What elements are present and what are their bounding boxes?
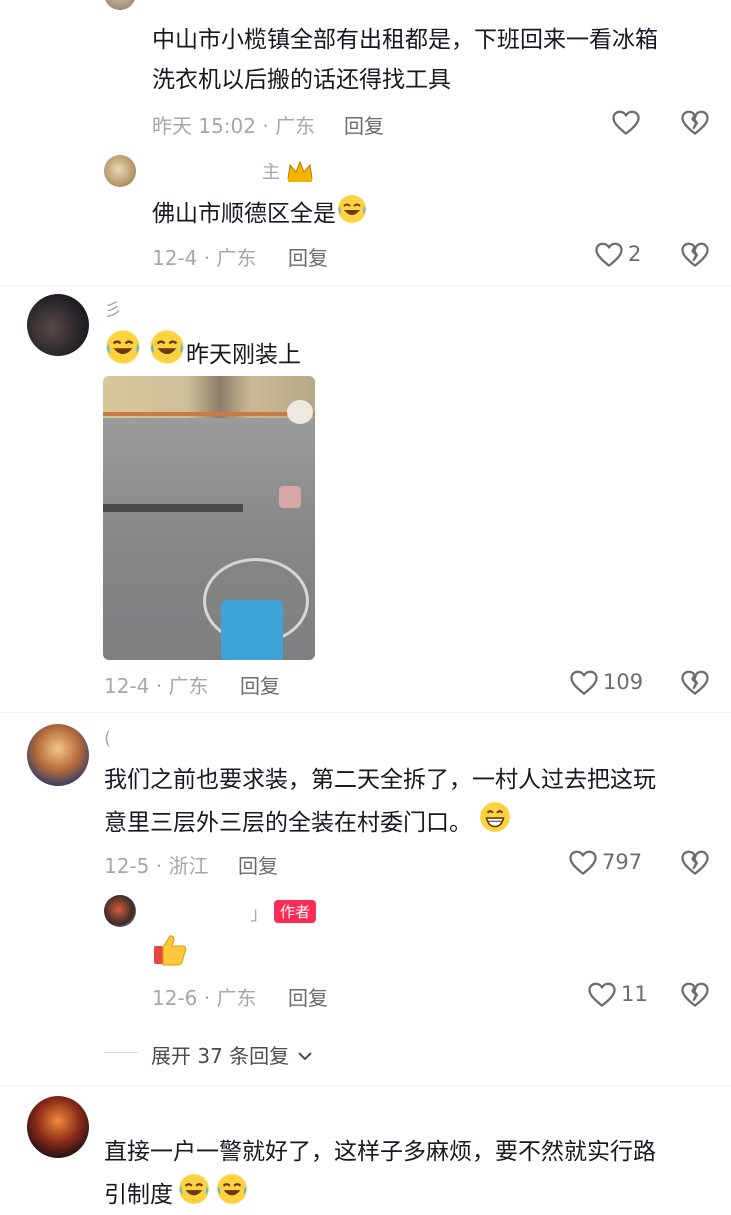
divider (0, 712, 731, 713)
heart-icon[interactable] (594, 240, 624, 270)
like-count: 109 (603, 670, 644, 694)
chevron-down-icon (297, 1052, 312, 1061)
like-count: 797 (602, 850, 643, 874)
avatar[interactable] (104, 155, 136, 187)
reply-button[interactable]: 回复 (238, 850, 278, 879)
thumbs-up-emoji (154, 935, 187, 966)
divider (0, 1085, 731, 1086)
author-badge: 作者 (274, 900, 317, 923)
avatar[interactable] (104, 0, 136, 10)
laughing-emoji (336, 193, 368, 225)
comment-meta: 昨天 15:02 · 广东 (152, 114, 316, 138)
avatar[interactable] (27, 1096, 89, 1158)
comment-meta: 12-4 · 广东 (104, 674, 209, 698)
broken-heart-icon[interactable] (680, 108, 710, 138)
expand-replies-button[interactable]: 展开 37 条回复 (151, 1040, 314, 1069)
comment-meta: 12-6 · 广东 (152, 986, 257, 1010)
laughing-emoji (177, 1172, 211, 1206)
heart-icon[interactable] (568, 848, 598, 878)
reply-button[interactable]: 回复 (288, 982, 328, 1011)
grin-emoji (478, 800, 512, 834)
reply-button[interactable]: 回复 (240, 670, 280, 699)
crown-icon (287, 160, 313, 182)
reply-button[interactable]: 回复 (288, 242, 328, 271)
reply-button[interactable]: 回复 (344, 110, 384, 139)
broken-heart-icon[interactable] (680, 240, 710, 270)
username[interactable]: 」 (250, 900, 268, 926)
comment-text: 昨天刚装上 (104, 328, 301, 375)
broken-heart-icon[interactable] (680, 848, 710, 878)
expand-replies-line (104, 1052, 138, 1053)
avatar[interactable] (27, 724, 89, 786)
heart-icon[interactable] (569, 668, 599, 698)
reply-text: 佛山市顺德区全是 (152, 193, 368, 234)
username[interactable]: ( (104, 728, 111, 749)
divider (0, 285, 731, 286)
comment-text: 中山市小榄镇全部有出租都是，下班回来一看冰箱 洗衣机以后搬的话还得找工具 (152, 27, 658, 93)
comment-meta: 12-4 · 广东 (152, 246, 257, 270)
like-count: 11 (621, 982, 648, 1006)
laughing-emoji (215, 1172, 249, 1206)
username[interactable]: 主 (262, 158, 314, 184)
broken-heart-icon[interactable] (680, 980, 710, 1010)
like-count: 2 (628, 242, 642, 266)
avatar[interactable] (104, 895, 136, 927)
broken-heart-icon[interactable] (680, 668, 710, 698)
avatar[interactable] (27, 294, 89, 356)
laughing-emoji (148, 328, 186, 366)
username[interactable]: 彡 (104, 296, 122, 322)
heart-icon[interactable] (611, 108, 641, 138)
comment-text: 直接一户一警就好了，这样子多麻烦，要不然就实行路 引制度 (104, 1139, 656, 1208)
laughing-emoji (104, 328, 142, 366)
comment-text: 我们之前也要求装，第二天全拆了，一村人过去把这玩 意里三层外三层的全装在村委门口… (104, 767, 656, 836)
comment-image[interactable] (103, 376, 315, 660)
comment-meta: 12-5 · 浙江 (104, 854, 209, 878)
heart-icon[interactable] (587, 980, 617, 1010)
